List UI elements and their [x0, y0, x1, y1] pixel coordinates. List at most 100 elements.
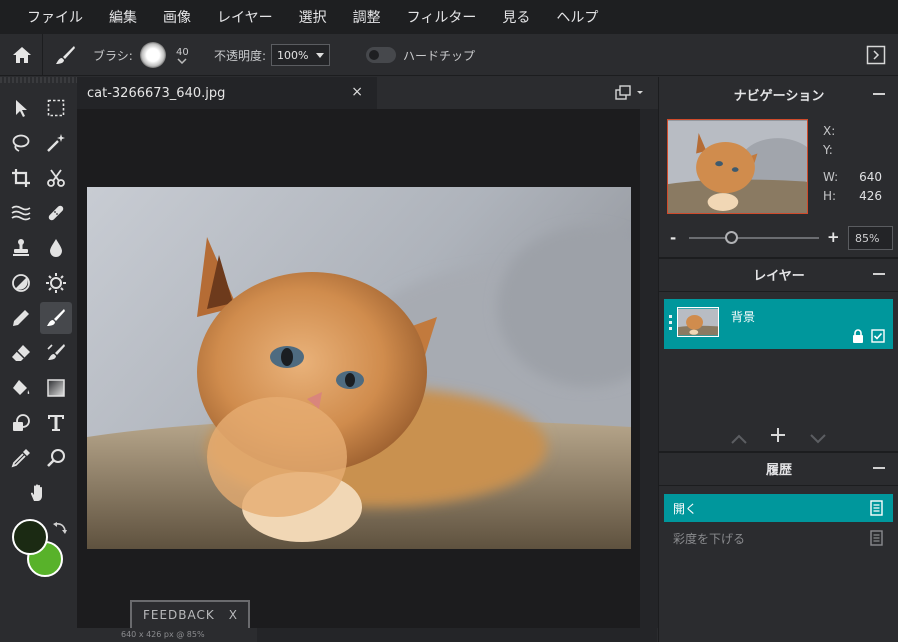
vertical-scrollbar[interactable]	[640, 109, 658, 628]
eyedropper-tool[interactable]	[5, 442, 37, 474]
zoom-input[interactable]: 85%	[848, 226, 893, 250]
color-replace-tool[interactable]	[40, 337, 72, 369]
add-layer-button[interactable]	[770, 427, 786, 447]
document-tab[interactable]: cat-3266673_640.jpg ×	[77, 77, 377, 109]
brush-preview[interactable]	[140, 34, 166, 76]
brush-icon	[46, 308, 66, 328]
w-label: W:	[823, 170, 838, 184]
foreground-color-swatch[interactable]	[12, 519, 48, 555]
layer-visibility-checkbox[interactable]	[871, 328, 885, 347]
scissors-icon	[46, 168, 66, 188]
collapse-history-button[interactable]	[873, 467, 885, 469]
swap-colors-button[interactable]	[52, 521, 68, 541]
marquee-tool[interactable]	[40, 92, 72, 124]
zoom-tool[interactable]	[40, 442, 72, 474]
hand-tool[interactable]	[22, 477, 54, 509]
home-button[interactable]	[12, 34, 32, 76]
history-item-label: 彩度を下げる	[673, 530, 745, 547]
canvas-area[interactable]: FEEDBACK X	[77, 109, 640, 628]
navigation-thumbnail[interactable]	[667, 119, 808, 214]
lock-icon	[852, 329, 864, 343]
chevron-down-icon	[809, 433, 827, 445]
magic-wand-tool[interactable]	[40, 127, 72, 159]
eraser-tool[interactable]	[5, 337, 37, 369]
brush-size-stepper[interactable]: 40	[176, 34, 189, 76]
menu-help[interactable]: ヘルプ	[556, 7, 598, 27]
divider	[659, 291, 898, 292]
zoom-icon	[46, 448, 66, 468]
cut-tool[interactable]	[40, 162, 72, 194]
zoom-in-button[interactable]: +	[827, 228, 840, 246]
hard-tip-toggle[interactable]	[366, 47, 396, 63]
right-panel: ナビゲーション X: Y: W: 640 H: 426 - + 85% レイヤー	[658, 77, 898, 642]
stamp-icon	[11, 238, 31, 258]
navigation-title: ナビゲーション	[734, 85, 825, 104]
zoom-out-button[interactable]: -	[670, 229, 676, 247]
feedback-close[interactable]: X	[229, 608, 237, 622]
y-label: Y:	[823, 143, 833, 157]
dodge-tool[interactable]	[40, 267, 72, 299]
toolbar-grip	[0, 77, 77, 83]
menu-image[interactable]: 画像	[163, 7, 191, 27]
clone-tool[interactable]	[5, 232, 37, 264]
opacity-value: 100%	[277, 49, 308, 62]
shape-tool[interactable]	[5, 407, 37, 439]
history-item[interactable]: 彩度を下げる	[664, 524, 893, 552]
marquee-select-icon	[46, 98, 66, 118]
document-canvas[interactable]	[87, 187, 631, 549]
layer-lock-button[interactable]	[852, 328, 864, 347]
brush-size-value: 40	[176, 47, 189, 58]
close-tab-button[interactable]: ×	[351, 84, 363, 100]
h-label: H:	[823, 189, 836, 203]
move-tool[interactable]	[5, 92, 37, 124]
menu-file[interactable]: ファイル	[27, 7, 83, 27]
window-arrange-button[interactable]	[615, 85, 645, 105]
history-header[interactable]: 履歴	[659, 451, 898, 485]
status-text: 640 x 426 px @ 85%	[121, 630, 205, 639]
menu-view[interactable]: 見る	[502, 7, 530, 27]
text-tool[interactable]	[40, 407, 72, 439]
blur-tool[interactable]	[40, 232, 72, 264]
brush-tool[interactable]	[40, 302, 72, 334]
eraser-icon	[11, 343, 31, 363]
navigation-header[interactable]: ナビゲーション	[659, 77, 898, 111]
opacity-label: 不透明度:	[214, 47, 266, 64]
menu-layer[interactable]: レイヤー	[217, 7, 273, 27]
zoom-slider[interactable]	[689, 237, 819, 239]
horizontal-scrollbar[interactable]	[257, 628, 657, 642]
cat-photo	[87, 187, 631, 549]
opacity-dropdown[interactable]: 100%	[271, 44, 330, 66]
gradient-tool[interactable]	[40, 372, 72, 404]
heal-tool[interactable]	[40, 197, 72, 229]
history-item-active[interactable]: 開く	[664, 494, 893, 522]
document-tab-bar: cat-3266673_640.jpg ×	[77, 77, 658, 109]
layers-title: レイヤー	[753, 265, 805, 284]
collapse-layers-button[interactable]	[873, 273, 885, 275]
menu-adjust[interactable]: 調整	[353, 7, 381, 27]
liquify-tool[interactable]	[5, 197, 37, 229]
layers-header[interactable]: レイヤー	[659, 257, 898, 291]
collapse-navigation-button[interactable]	[873, 93, 885, 95]
layer-item[interactable]: 背景	[664, 299, 893, 349]
menu-filter[interactable]: フィルター	[407, 7, 477, 27]
fill-tool[interactable]	[5, 372, 37, 404]
menu-select[interactable]: 選択	[299, 7, 327, 27]
toggle-panel-button[interactable]	[866, 34, 886, 76]
divider	[659, 485, 898, 486]
zoom-slider-knob[interactable]	[725, 231, 738, 244]
layer-drag-handle[interactable]	[669, 315, 672, 331]
caret-down-icon	[316, 53, 324, 58]
brush-label: ブラシ:	[93, 47, 133, 64]
move-layer-down-button[interactable]	[809, 430, 827, 449]
layer-thumbnail-image	[678, 308, 718, 336]
eyedropper-icon	[11, 448, 31, 468]
crop-tool[interactable]	[5, 162, 37, 194]
sponge-tool[interactable]	[5, 267, 37, 299]
feedback-button[interactable]: FEEDBACK X	[130, 600, 250, 628]
color-replace-icon	[46, 343, 66, 363]
pencil-tool[interactable]	[5, 302, 37, 334]
menu-edit[interactable]: 編集	[109, 7, 137, 27]
move-layer-up-button[interactable]	[730, 430, 748, 449]
lasso-tool[interactable]	[5, 127, 37, 159]
pencil-icon	[11, 308, 31, 328]
